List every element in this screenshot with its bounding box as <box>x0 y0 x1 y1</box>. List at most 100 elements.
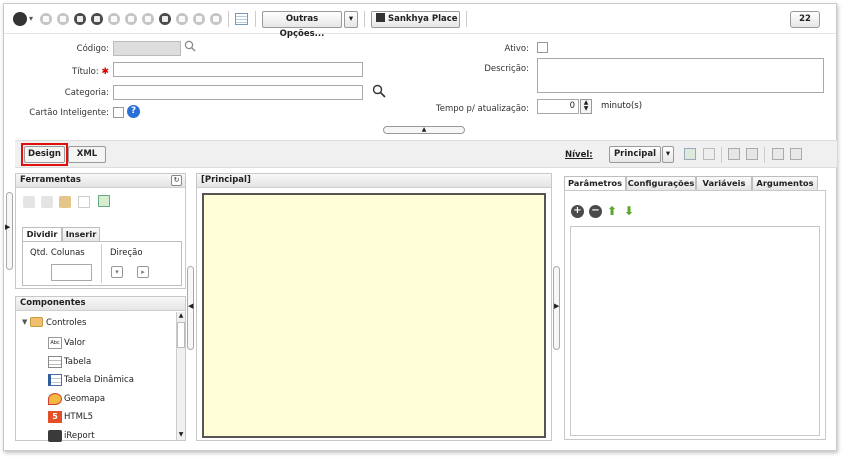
attach-icon[interactable] <box>210 13 222 25</box>
design-canvas[interactable] <box>202 193 546 438</box>
add-level-icon[interactable] <box>684 148 696 160</box>
main-toolbar: ▾ Outras Opções... ▾ Sankhya Place 22 <box>4 4 836 39</box>
design-toolbar: Design XML Nível: Principal ▾ <box>15 140 837 168</box>
cartao-inteligente-label: Cartão Inteligente: <box>29 108 109 118</box>
codigo-field[interactable] <box>113 41 181 56</box>
componentes-scrollbar[interactable]: ▲ ▼ <box>176 312 185 440</box>
qtd-colunas-field[interactable] <box>51 264 92 281</box>
cartao-inteligente-checkbox[interactable] <box>113 107 124 118</box>
collapse-left-icon[interactable]: ◀ <box>188 302 193 310</box>
search-icon[interactable] <box>184 40 196 52</box>
brush-icon[interactable] <box>59 196 71 208</box>
sankhya-place-button[interactable]: Sankhya Place <box>371 11 460 28</box>
ireport-icon <box>48 430 62 442</box>
nivel-dropdown[interactable]: ▾ <box>662 146 674 163</box>
outras-opcoes-button[interactable]: Outras Opções... <box>262 11 342 39</box>
ferramentas-refresh-icon[interactable]: ↻ <box>171 175 182 186</box>
valor-icon: Abc <box>48 337 62 349</box>
confirm-icon[interactable] <box>142 13 154 25</box>
componentes-title: Componentes <box>16 297 185 311</box>
copy-level-icon[interactable] <box>728 148 740 160</box>
componentes-panel: Componentes ▼ Controles Abc Valor Tabela… <box>15 296 186 442</box>
list-view-icon[interactable] <box>790 148 802 160</box>
html5-icon: 5 <box>48 411 62 423</box>
remove-level-icon[interactable] <box>703 148 715 160</box>
scroll-up-icon[interactable]: ▲ <box>177 312 185 321</box>
tab-design[interactable]: Design <box>24 146 65 163</box>
copy-icon[interactable] <box>193 13 205 25</box>
tempo-value: 0 <box>569 101 575 111</box>
component-tabela[interactable]: Tabela <box>64 357 91 367</box>
last-record-icon[interactable] <box>91 13 103 25</box>
cancel-icon[interactable] <box>159 13 171 25</box>
search-icon[interactable] <box>372 84 386 98</box>
chevron-down-icon[interactable]: ▼ <box>22 318 27 326</box>
grid-view-icon[interactable] <box>235 13 248 25</box>
add-parameter-icon[interactable]: + <box>571 205 584 218</box>
redo-icon[interactable] <box>41 196 53 208</box>
scroll-down-icon[interactable]: ▼ <box>177 431 185 440</box>
chevron-down-icon[interactable]: ▾ <box>29 14 33 23</box>
tree-root-controles[interactable]: Controles <box>46 318 86 328</box>
toolbar-separator <box>364 11 365 27</box>
parametros-list[interactable] <box>570 226 820 436</box>
tab-configuracoes[interactable]: Configurações <box>626 176 696 190</box>
tempo-atualizacao-field[interactable]: 0 <box>537 99 579 114</box>
first-record-icon[interactable] <box>40 13 52 25</box>
tab-variaveis[interactable]: Variáveis <box>696 176 752 190</box>
qtd-colunas-label: Qtd. Colunas <box>30 248 85 258</box>
next-record-icon[interactable] <box>74 13 86 25</box>
move-down-icon[interactable]: ⬇ <box>624 204 634 218</box>
nivel-select[interactable]: Principal <box>609 146 661 163</box>
expand-right-icon[interactable]: ▶ <box>554 302 559 310</box>
add-icon[interactable] <box>108 13 120 25</box>
previous-record-icon[interactable] <box>57 13 69 25</box>
undo-icon[interactable] <box>23 196 35 208</box>
remove-icon[interactable] <box>125 13 137 25</box>
tempo-unit: minuto(s) <box>601 101 643 111</box>
descricao-field[interactable] <box>537 58 824 93</box>
frame-icon[interactable] <box>78 196 90 208</box>
titulo-label: Título: ✱ <box>72 67 109 77</box>
component-geomapa[interactable]: Geomapa <box>64 394 105 404</box>
component-html5[interactable]: HTML5 <box>64 412 93 422</box>
tab-parametros[interactable]: Parâmetros <box>564 176 626 190</box>
tab-xml[interactable]: XML <box>68 146 106 163</box>
tab-dividir[interactable]: Dividir <box>22 227 62 241</box>
collapse-form-toggle[interactable]: ▲ <box>383 126 465 134</box>
component-valor[interactable]: Valor <box>64 338 85 348</box>
categoria-label: Categoria: <box>64 88 109 98</box>
tab-inserir[interactable]: Inserir <box>62 227 100 241</box>
tempo-atualizacao-label: Tempo p/ atualização: <box>436 104 529 114</box>
component-tabela-dinamica[interactable]: Tabela Dinâmica <box>64 375 134 385</box>
sankhya-place-label: Sankhya Place <box>388 14 458 24</box>
tabela-dinamica-icon <box>48 374 62 386</box>
split-vertical-icon[interactable]: ▾ <box>111 266 123 278</box>
toolbar-separator <box>228 11 229 27</box>
expand-left-icon[interactable]: ▶ <box>5 223 10 231</box>
titulo-field[interactable] <box>113 62 363 77</box>
descricao-label: Descrição: <box>484 64 529 74</box>
grid-menu-icon[interactable] <box>13 12 27 26</box>
grid-add-icon[interactable] <box>98 195 110 207</box>
ativo-checkbox[interactable] <box>537 42 548 53</box>
tab-argumentos[interactable]: Argumentos <box>752 176 818 190</box>
split-horizontal-icon[interactable]: ▸ <box>137 266 149 278</box>
properties-panel: Parâmetros Configurações Variáveis Argum… <box>562 173 827 441</box>
scroll-thumb[interactable] <box>177 322 185 348</box>
counter-badge[interactable]: 22 <box>790 11 820 28</box>
help-icon[interactable]: ? <box>127 105 140 118</box>
categoria-field[interactable] <box>113 85 363 100</box>
left-panel-handle[interactable] <box>6 192 13 270</box>
refresh-icon[interactable] <box>176 13 188 25</box>
move-up-icon[interactable]: ⬆ <box>607 204 617 218</box>
canvas-panel: [Principal] <box>196 173 552 441</box>
component-ireport[interactable]: iReport <box>64 431 95 441</box>
toolbar-separator <box>721 147 722 163</box>
outras-opcoes-dropdown[interactable]: ▾ <box>344 11 358 28</box>
tree-view-icon[interactable] <box>772 148 784 160</box>
remove-parameter-icon[interactable]: − <box>589 205 602 218</box>
toolbar-separator <box>255 11 256 27</box>
tempo-stepper[interactable]: ▲ ▼ <box>580 99 592 114</box>
paste-level-icon[interactable] <box>746 148 758 160</box>
